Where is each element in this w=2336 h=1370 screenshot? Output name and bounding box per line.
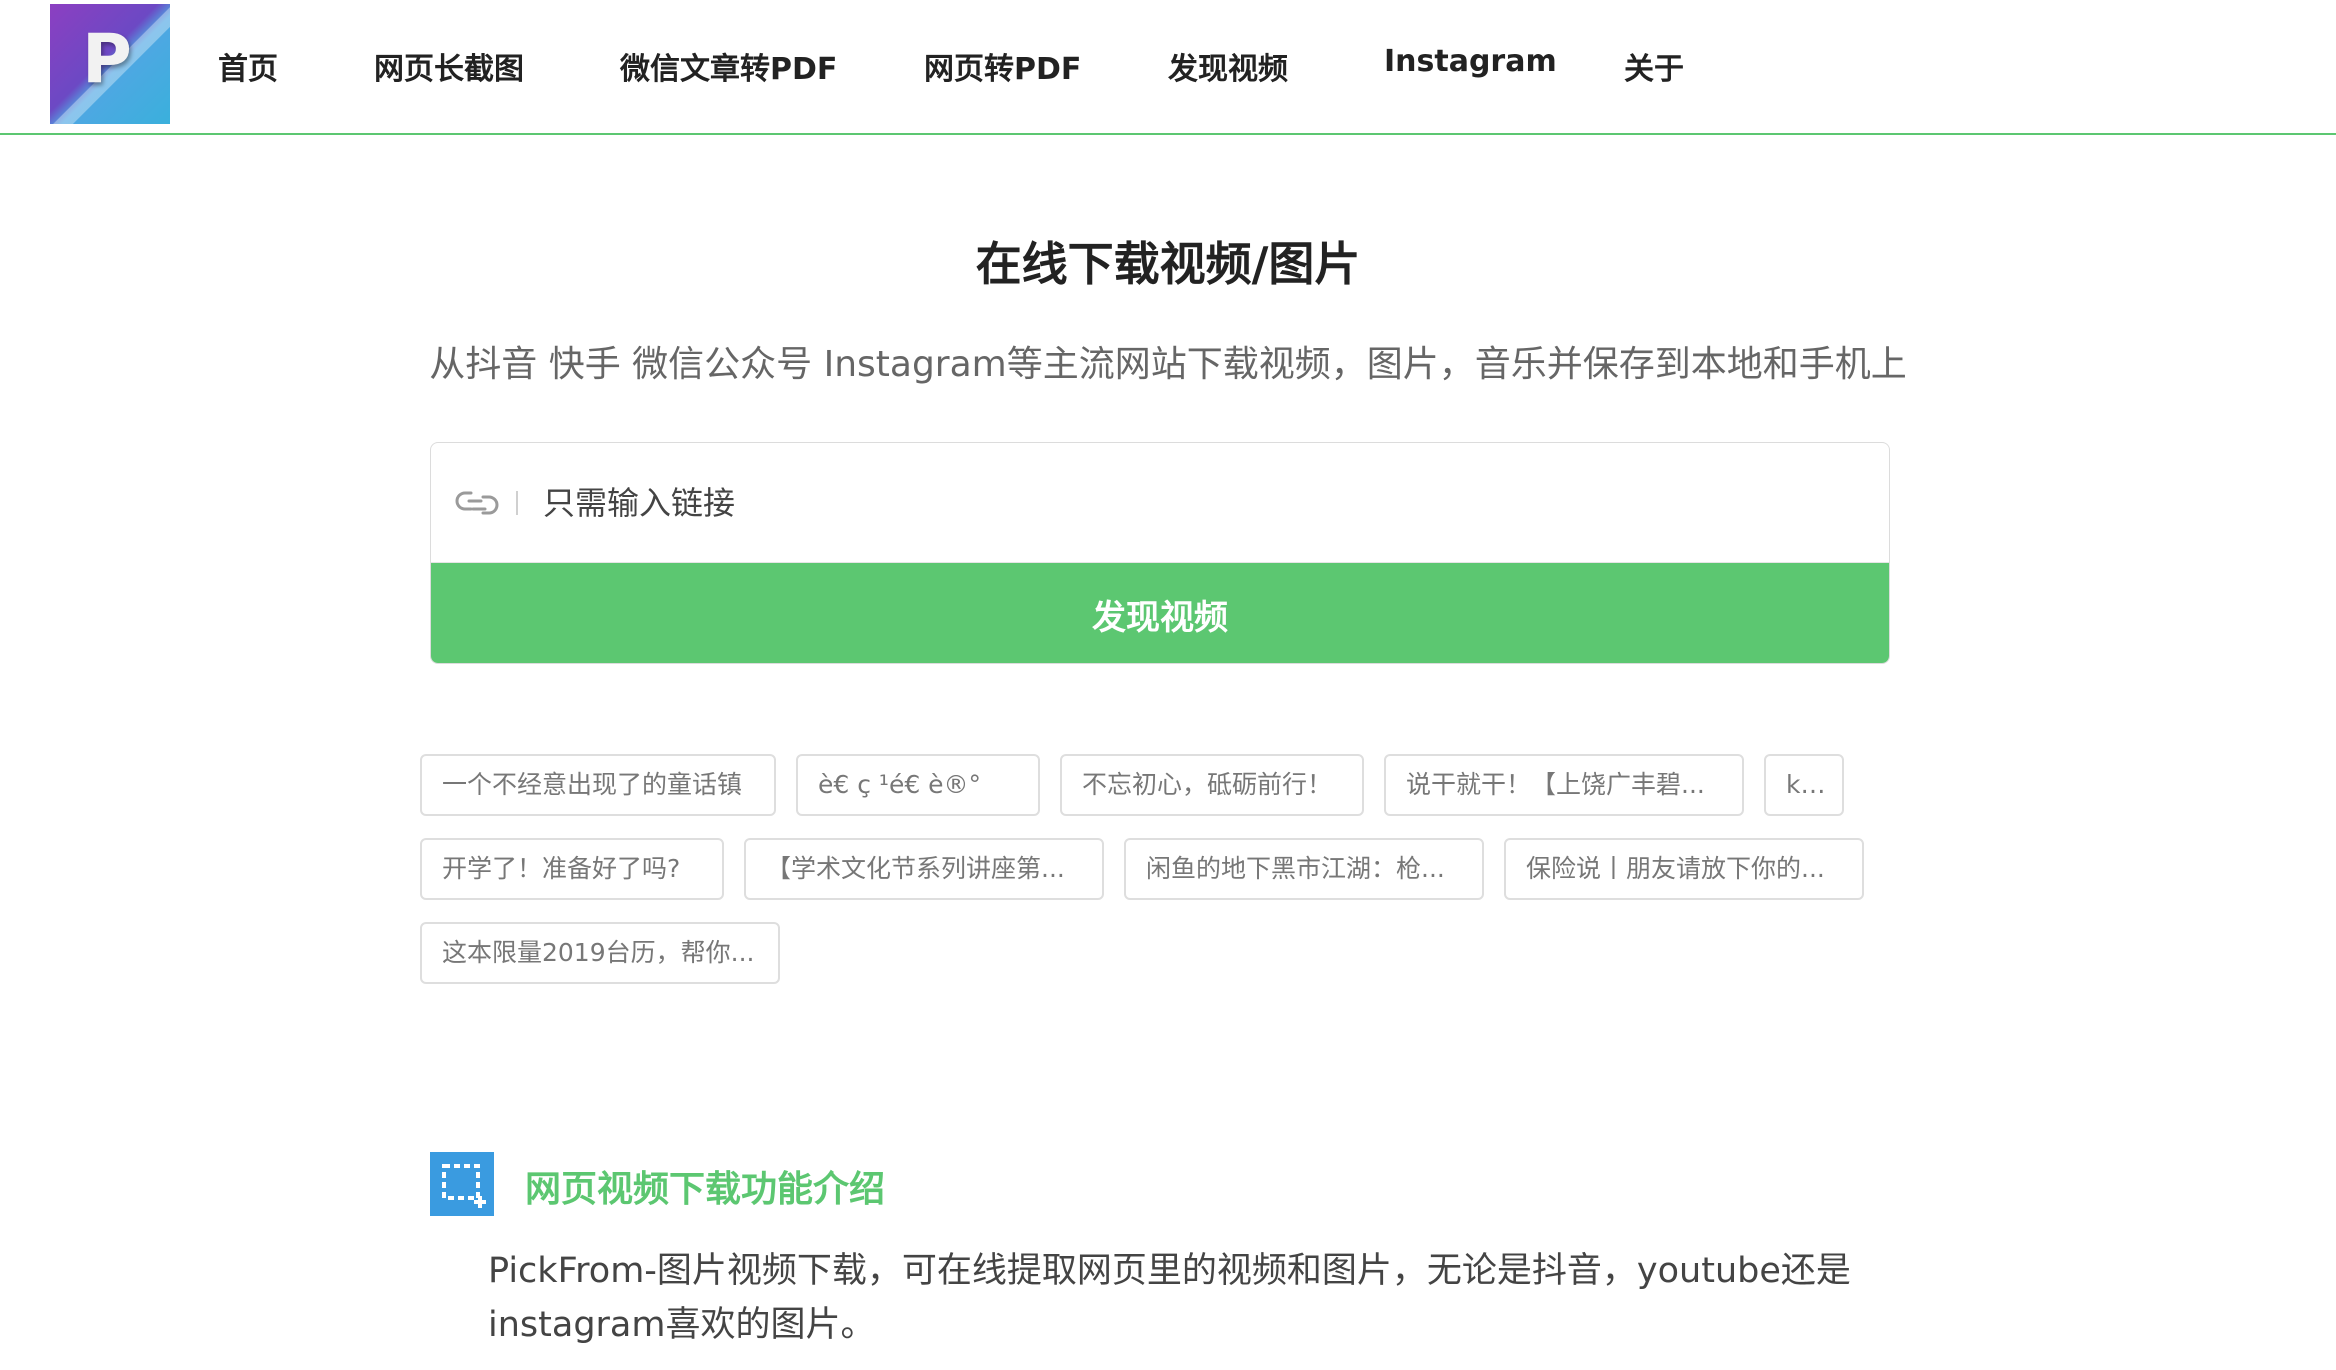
tag-item[interactable]: 这本限量2019台历，帮你...: [420, 922, 780, 984]
tag-item[interactable]: 闲鱼的地下黑市江湖：枪...: [1124, 838, 1484, 900]
search-form: 发现视频: [430, 442, 1890, 664]
nav-item-webpage-to-pdf[interactable]: 网页转PDF: [924, 44, 1081, 88]
link-icon: [455, 491, 499, 515]
tag-item[interactable]: 开学了！准备好了吗?: [420, 838, 724, 900]
site-logo[interactable]: P: [50, 4, 170, 124]
find-video-button[interactable]: 发现视频: [431, 563, 1889, 663]
feature-title: 网页视频下载功能介绍: [525, 1169, 886, 1210]
nav-item-wechat-to-pdf[interactable]: 微信文章转PDF: [620, 44, 837, 88]
nav-item-about[interactable]: 关于: [1624, 44, 1684, 88]
url-input[interactable]: [541, 467, 1861, 539]
tag-item[interactable]: 一个不经意出现了的童话镇: [420, 754, 776, 816]
tag-item[interactable]: kdl: [1764, 754, 1844, 816]
tag-item[interactable]: 保险说丨朋友请放下你的...: [1504, 838, 1864, 900]
tag-item[interactable]: 【学术文化节系列讲座第...: [744, 838, 1104, 900]
screenshot-crop-icon: [430, 1152, 494, 1216]
nav-item-find-video[interactable]: 发现视频: [1168, 44, 1288, 88]
page-title: 在线下载视频/图片: [975, 237, 1361, 291]
tag-item[interactable]: 不忘初心，砥砺前行！: [1060, 754, 1364, 816]
top-navbar: P 首页 网页长截图 微信文章转PDF 网页转PDF 发现视频 Instagra…: [0, 0, 2336, 135]
nav-item-home[interactable]: 首页: [218, 44, 278, 88]
nav-item-long-screenshot[interactable]: 网页长截图: [374, 44, 524, 88]
feature-description: PickFrom-图片视频下载，可在线提取网页里的视频和图片，无论是抖音，you…: [488, 1251, 1851, 1345]
logo-letter: P: [82, 20, 132, 99]
page-subtitle: 从抖音 快手 微信公众号 Instagram等主流网站下载视频，图片，音乐并保存…: [429, 344, 1907, 385]
input-separator: [516, 491, 518, 515]
tag-item[interactable]: 说干就干！【上饶广丰碧...: [1384, 754, 1744, 816]
nav-item-instagram[interactable]: Instagram: [1384, 44, 1557, 79]
url-input-row: [431, 443, 1889, 563]
tag-item[interactable]: è€ ç ¹é€ è®°: [796, 754, 1040, 816]
